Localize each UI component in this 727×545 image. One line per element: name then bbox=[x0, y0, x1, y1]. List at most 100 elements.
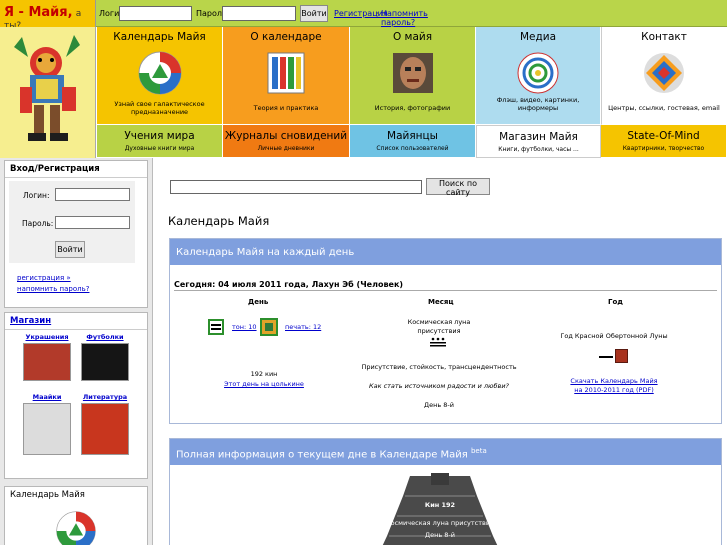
tone-glyph-icon[interactable] bbox=[208, 319, 224, 335]
shop-item-tshirts[interactable]: Футболки bbox=[80, 333, 130, 381]
year-name: Год Красной Обертонной Луны bbox=[560, 332, 668, 340]
nav-tile-calendar[interactable]: Календарь Майя Узнай свое галактическое … bbox=[97, 27, 223, 125]
book-image[interactable] bbox=[81, 403, 129, 455]
month-question: Как стать источником радости и любви? bbox=[368, 382, 510, 390]
top-password-input[interactable] bbox=[222, 6, 296, 21]
full-info-panel: Полная информация о текущем дне в Календ… bbox=[169, 438, 722, 545]
nav-tile-subtitle: Список пользователей bbox=[376, 145, 449, 152]
nav-tile-title: О календаре bbox=[250, 31, 322, 43]
tshirt-image[interactable] bbox=[81, 343, 129, 381]
remind-password-link[interactable]: напомнить пароль? bbox=[17, 285, 89, 293]
login-box-title: Вход/Регистрация bbox=[5, 161, 147, 178]
top-register-link[interactable]: Регистрация bbox=[334, 9, 388, 18]
shirt-image[interactable] bbox=[23, 403, 71, 455]
nav-tile-title: Контакт bbox=[641, 31, 687, 43]
nav-tile-subtitle: Духовные книги мира bbox=[124, 145, 195, 152]
shop-item-label[interactable]: Маайки bbox=[22, 393, 72, 401]
aztec-figure-icon bbox=[0, 27, 95, 158]
calendar-box: Календарь Майя bbox=[4, 486, 148, 545]
shop-box-link[interactable]: Магазин bbox=[10, 316, 51, 326]
day-label: День 8-й bbox=[425, 531, 455, 539]
top-bar: Я - Майя, а ты? Логин: Пароль: Войти Рег… bbox=[0, 0, 727, 31]
top-login-button[interactable]: Войти bbox=[300, 5, 328, 22]
password-input[interactable] bbox=[55, 216, 130, 229]
tzolkin-link-wrap[interactable]: Этот день на цолькине bbox=[204, 380, 324, 388]
login-button[interactable]: Войти bbox=[55, 241, 85, 258]
nav-tile-title: О майя bbox=[392, 31, 433, 43]
nav-tile-subtitle: Узнай свое галактическое предназначение bbox=[114, 100, 205, 116]
month-qualities: Присутствие, стойкость, трансцендентност… bbox=[361, 363, 517, 371]
nav-tile-title: Майянцы bbox=[387, 130, 438, 142]
tone-link[interactable]: тон: 10 bbox=[232, 323, 257, 331]
nav-tile-dream-journals[interactable]: Журналы сновидений Личные дневники bbox=[223, 125, 350, 158]
shop-item-maiki[interactable]: Маайки bbox=[22, 393, 72, 455]
top-login-input[interactable] bbox=[119, 6, 192, 21]
main-navigation: Календарь Майя Узнай свое галактическое … bbox=[0, 27, 727, 158]
brand[interactable]: Я - Майя, а ты? bbox=[0, 0, 96, 31]
calendar-box-title: Календарь Майя bbox=[10, 490, 85, 500]
download-link-wrap-2[interactable]: на 2010-2011 год (PDF) bbox=[554, 386, 674, 394]
seal-glyph-icon[interactable] bbox=[260, 318, 278, 336]
search-input[interactable] bbox=[170, 180, 422, 194]
nav-tile-title: Магазин Майя bbox=[499, 131, 578, 143]
nav-tile-title: Медиа bbox=[519, 31, 557, 43]
download-calendar-link-2[interactable]: на 2010-2011 год (PDF) bbox=[574, 386, 653, 394]
calendar-grid-icon bbox=[267, 52, 305, 94]
shop-item-literature[interactable]: Литература bbox=[80, 393, 130, 455]
beta-badge: beta bbox=[470, 447, 487, 455]
nav-tile-mayans[interactable]: Майянцы Список пользователей bbox=[350, 125, 476, 158]
moon-name-2: присутствия bbox=[417, 327, 461, 335]
shop-item-label[interactable]: Футболки bbox=[80, 333, 130, 341]
kin-number: 192 кин bbox=[250, 370, 278, 378]
divider bbox=[174, 290, 717, 291]
aztec-logo[interactable] bbox=[0, 27, 96, 158]
nav-tile-title: Учения мира bbox=[124, 130, 195, 142]
login-box: Вход/Регистрация Логин: Пароль: Войти ре… bbox=[4, 160, 148, 308]
login-input[interactable] bbox=[55, 188, 130, 201]
year-tone-icon bbox=[599, 356, 613, 358]
top-remind-link[interactable]: Напомнить пароль? bbox=[381, 9, 428, 27]
nav-tile-subtitle: Теория и практика bbox=[253, 104, 319, 112]
shop-item-jewelry[interactable]: Украшения bbox=[22, 333, 72, 381]
panel-header: Полная информация о текущем дне в Календ… bbox=[170, 439, 721, 465]
shop-item-label[interactable]: Украшения bbox=[22, 333, 72, 341]
nav-tile-subtitle: История, фотографии bbox=[374, 104, 451, 112]
nav-tile-state-of-mind[interactable]: State-Of-Mind Квартирники, творчество bbox=[601, 125, 727, 158]
brand-title[interactable]: Я - Майя, bbox=[4, 5, 73, 20]
maya-mask-icon bbox=[392, 53, 433, 93]
year-seal-icon bbox=[615, 349, 628, 363]
password-label: Пароль: bbox=[22, 219, 54, 228]
jewelry-image[interactable] bbox=[23, 343, 71, 381]
download-link-wrap[interactable]: Скачать Календарь Майя bbox=[554, 377, 674, 385]
moon-label: Космическая луна присутствия bbox=[385, 519, 495, 527]
nav-tile-about-maya[interactable]: О майя История, фотографии bbox=[350, 27, 476, 125]
download-calendar-link[interactable]: Скачать Календарь Майя bbox=[570, 377, 657, 385]
register-link[interactable]: регистрация » bbox=[17, 274, 71, 282]
main-content: Поиск по сайту Календарь Майя Календарь … bbox=[154, 158, 727, 545]
page-title: Календарь Майя bbox=[168, 214, 270, 228]
nav-tile-media[interactable]: Медиа Флэш, видео, картинки, информеры bbox=[476, 27, 601, 125]
shop-item-label[interactable]: Литература bbox=[80, 393, 130, 401]
mayan-wheel-icon bbox=[138, 51, 181, 95]
column-header-year: Год bbox=[608, 298, 623, 306]
seal-link[interactable]: печать: 12 bbox=[285, 323, 321, 331]
contact-compass-icon bbox=[644, 53, 684, 93]
column-header-month: Месяц bbox=[428, 298, 454, 306]
mayan-wheel-icon[interactable] bbox=[45, 511, 107, 545]
nav-tile-contact[interactable]: Контакт Центры, ссылки, гостевая, email bbox=[601, 27, 727, 125]
shop-box: Магазин Украшения Футболки Маайки Литера… bbox=[4, 312, 148, 479]
shop-box-title[interactable]: Магазин bbox=[5, 313, 147, 330]
nav-tile-subtitle: Личные дневники bbox=[257, 145, 315, 152]
nav-tile-title: Журналы сновидений bbox=[224, 130, 348, 142]
login-label: Логин: bbox=[23, 191, 50, 200]
kin-label: Кин 192 bbox=[424, 501, 456, 509]
search-button[interactable]: Поиск по сайту bbox=[426, 178, 490, 197]
tzolkin-link[interactable]: Этот день на цолькине bbox=[224, 380, 304, 388]
month-day: День 8-й bbox=[424, 401, 454, 409]
top-separator: · bbox=[376, 9, 379, 18]
nav-tile-subtitle: Центры, ссылки, гостевая, email bbox=[608, 104, 720, 112]
sidebar: Вход/Регистрация Логин: Пароль: Войти ре… bbox=[0, 158, 153, 545]
nav-tile-shop[interactable]: Магазин Майя Книги, футболки, часы ... bbox=[476, 125, 601, 158]
nav-tile-teachings[interactable]: Учения мира Духовные книги мира bbox=[97, 125, 223, 158]
nav-tile-about-calendar[interactable]: О календаре Теория и практика bbox=[223, 27, 350, 125]
